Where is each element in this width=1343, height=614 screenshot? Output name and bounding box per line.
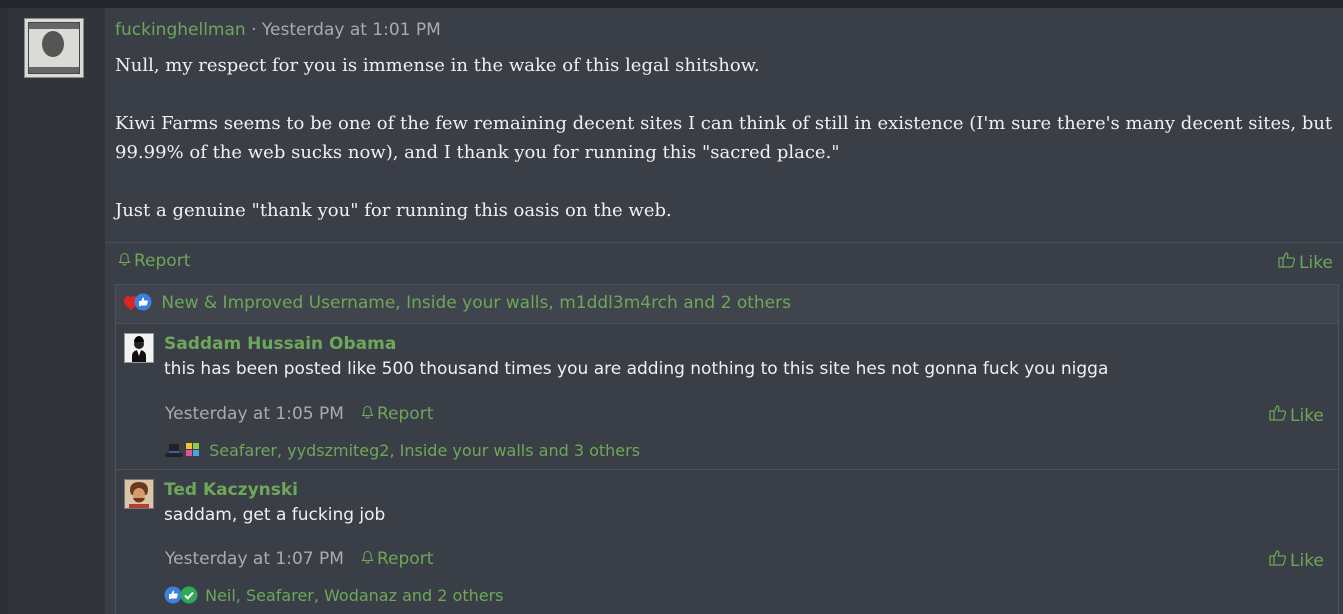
post-user-cell (8, 8, 105, 614)
replies-list: Saddam Hussain Obama this has been poste… (115, 324, 1339, 614)
reactions-summary[interactable]: Neil, Seafarer, Wodanaz and 2 others (205, 586, 503, 605)
report-label: Report (377, 549, 434, 569)
reply-item: Ted Kaczynski saddam, get a fucking job … (115, 469, 1339, 614)
reply-text: saddam, get a fucking job (164, 505, 386, 525)
post-timestamp[interactable]: Yesterday at 1:01 PM (262, 20, 441, 40)
bell-icon (361, 549, 374, 569)
like-label: Like (1290, 406, 1324, 426)
thumbs-up-icon (1278, 251, 1296, 273)
reply-item: Saddam Hussain Obama this has been poste… (115, 324, 1339, 469)
bell-icon (361, 404, 374, 424)
reply-avatar[interactable] (124, 479, 154, 509)
top-hat-reaction-icon (164, 443, 184, 463)
top-strip (0, 0, 1343, 8)
post-paragraph: Null, my respect for you is immense in t… (115, 55, 760, 76)
reactions-summary[interactable]: Seafarer, yydszmiteg2, Inside your walls… (209, 441, 640, 460)
post-reactions-bar[interactable]: New & Improved Username, Inside your wal… (115, 284, 1339, 324)
post-header: fuckinghellman · Yesterday at 1:01 PM (115, 20, 441, 40)
avatar[interactable] (24, 18, 84, 78)
reply-username[interactable]: Ted Kaczynski (164, 480, 298, 500)
post-username[interactable]: fuckinghellman (115, 20, 246, 40)
post-body: Null, my respect for you is immense in t… (115, 51, 1341, 254)
post-paragraph: Just a genuine "thank you" for running t… (115, 200, 672, 221)
report-button[interactable]: Report (361, 549, 433, 569)
report-button[interactable]: Report (361, 404, 433, 424)
reply-reactions[interactable]: Seafarer, yydszmiteg2, Inside your walls… (164, 441, 640, 463)
reply-timestamp[interactable]: Yesterday at 1:05 PM (165, 404, 344, 424)
reply-timestamp[interactable]: Yesterday at 1:07 PM (165, 549, 344, 569)
check-reaction-icon (180, 586, 198, 608)
puzzle-reaction-icon (184, 441, 202, 463)
like-reaction-icon (134, 293, 152, 316)
like-button[interactable]: Like (1278, 251, 1333, 273)
post-divider (105, 242, 1343, 243)
reply-text: this has been posted like 500 thousand t… (164, 359, 1109, 379)
reply-reactions[interactable]: Neil, Seafarer, Wodanaz and 2 others (164, 586, 504, 608)
reply-avatar[interactable] (124, 333, 154, 363)
bell-icon (118, 251, 131, 271)
post-paragraph: Kiwi Farms seems to be one of the few re… (115, 113, 1333, 163)
reply-username[interactable]: Saddam Hussain Obama (164, 334, 396, 354)
thumbs-up-icon (1269, 404, 1287, 426)
like-label: Like (1299, 253, 1333, 273)
like-button[interactable]: Like (1269, 549, 1324, 571)
report-button[interactable]: Report (118, 251, 190, 271)
reactions-summary[interactable]: New & Improved Username, Inside your wal… (161, 293, 791, 313)
like-label: Like (1290, 551, 1324, 571)
like-button[interactable]: Like (1269, 404, 1324, 426)
post: fuckinghellman · Yesterday at 1:01 PM Nu… (8, 8, 1343, 614)
header-separator: · (245, 20, 262, 40)
report-label: Report (377, 404, 434, 424)
report-label: Report (134, 251, 191, 271)
thumbs-up-icon (1269, 549, 1287, 571)
post-main: fuckinghellman · Yesterday at 1:01 PM Nu… (105, 8, 1343, 614)
